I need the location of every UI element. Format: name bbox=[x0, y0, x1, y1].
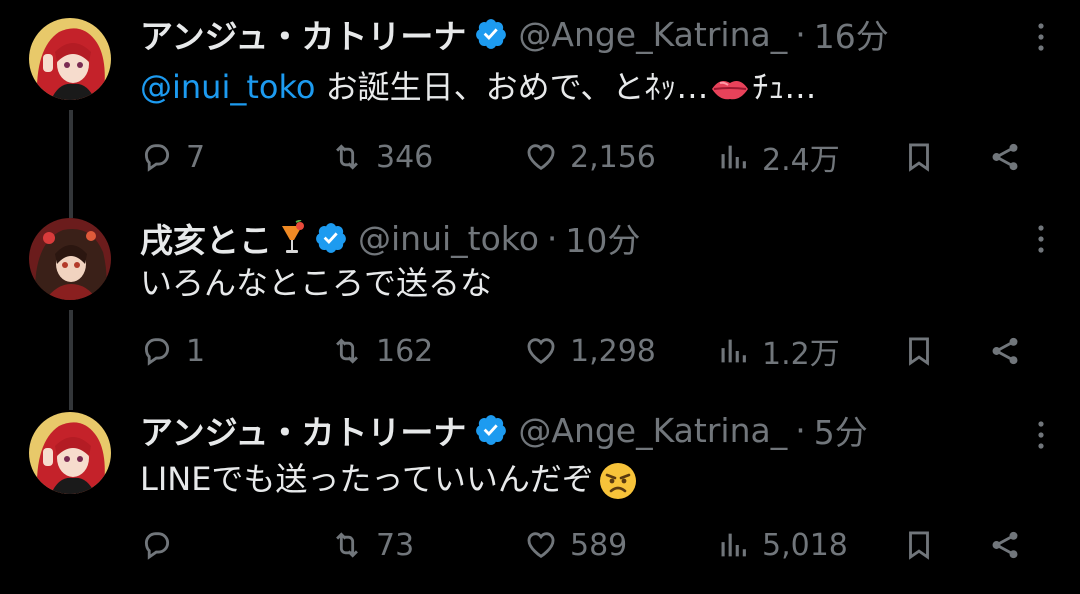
action-bar: 73 589 5,018 bbox=[140, 520, 1040, 570]
reply-icon bbox=[144, 532, 170, 560]
timestamp[interactable]: 16分 bbox=[814, 10, 889, 58]
bookmark-icon bbox=[909, 531, 929, 560]
timestamp[interactable]: 5分 bbox=[814, 406, 868, 454]
views-count: 2.4万 bbox=[762, 143, 840, 178]
tweet[interactable]: アンジュ・カトリーナ @Ange_Katrina_ · 16分 @inui_to… bbox=[0, 0, 1080, 195]
handle[interactable]: @inui_toko bbox=[358, 219, 539, 258]
action-bar: 1 162 1,298 1.2万 bbox=[140, 326, 1040, 376]
like-count: 589 bbox=[570, 527, 628, 563]
tweet-text: いろんなところで送るな bbox=[140, 260, 492, 306]
like-icon bbox=[527, 532, 555, 559]
verified-badge-icon bbox=[476, 415, 507, 445]
share-button[interactable] bbox=[988, 326, 1034, 376]
reply-icon bbox=[144, 338, 170, 366]
retweet-icon bbox=[336, 144, 358, 170]
reply-count: 7 bbox=[186, 139, 206, 175]
bookmark-button[interactable] bbox=[902, 132, 948, 182]
display-name[interactable]: 戌亥とこ bbox=[140, 214, 272, 262]
tropical-drink-emoji-icon bbox=[282, 220, 304, 253]
views-count: 5,018 bbox=[762, 527, 848, 563]
views-button[interactable]: 5,018 bbox=[716, 520, 848, 570]
more-icon[interactable] bbox=[1036, 420, 1046, 450]
like-button[interactable]: 589 bbox=[524, 520, 627, 570]
like-count: 2,156 bbox=[570, 139, 656, 175]
retweet-icon bbox=[336, 532, 358, 558]
like-icon bbox=[527, 338, 555, 365]
views-count: 1.2万 bbox=[762, 337, 840, 372]
verified-badge-icon bbox=[316, 223, 346, 253]
mention-link[interactable]: @inui_toko bbox=[140, 68, 315, 106]
share-button[interactable] bbox=[988, 132, 1034, 182]
handle[interactable]: @Ange_Katrina_ bbox=[518, 15, 787, 54]
share-icon bbox=[992, 531, 1018, 559]
timestamp[interactable]: 10分 bbox=[565, 214, 640, 262]
views-button[interactable]: 1.2万 bbox=[716, 326, 840, 376]
tweet-header: アンジュ・カトリーナ @Ange_Katrina_ · 16分 bbox=[140, 10, 889, 58]
views-icon bbox=[721, 533, 746, 557]
share-button[interactable] bbox=[988, 520, 1034, 570]
retweet-count: 73 bbox=[376, 527, 415, 563]
tweet-header: アンジュ・カトリーナ @Ange_Katrina_ · 5分 bbox=[140, 406, 868, 454]
tweet[interactable]: 戌亥とこ @inui_toko · 10分 いろんなところで送るな 1 162 … bbox=[0, 198, 1080, 393]
retweet-count: 346 bbox=[376, 139, 434, 175]
avatar[interactable] bbox=[29, 18, 111, 100]
views-icon bbox=[721, 339, 746, 363]
reply-button[interactable]: 1 bbox=[140, 326, 205, 376]
display-name[interactable]: アンジュ・カトリーナ bbox=[140, 10, 466, 58]
bookmark-icon bbox=[909, 143, 929, 172]
tweet-header: 戌亥とこ @inui_toko · 10分 bbox=[140, 214, 640, 262]
share-icon bbox=[992, 337, 1018, 365]
like-button[interactable]: 2,156 bbox=[524, 132, 656, 182]
retweet-button[interactable]: 346 bbox=[330, 132, 433, 182]
tweet-text-tail: ﾁｭ… bbox=[752, 68, 817, 106]
avatar[interactable] bbox=[29, 412, 111, 494]
tweet-text-content: お誕生日、おめで、とﾈｯ… bbox=[315, 68, 709, 106]
tweet-text: @inui_toko お誕生日、おめで、とﾈｯ… ﾁｭ… bbox=[140, 64, 816, 110]
retweet-icon bbox=[336, 338, 358, 364]
bookmark-icon bbox=[909, 337, 929, 366]
tweet-text-content: いろんなところで送るな bbox=[140, 264, 493, 302]
separator: · bbox=[546, 218, 558, 258]
tweet-text-content: LINEでも送ったっていいんだぞ bbox=[140, 460, 594, 498]
separator: · bbox=[795, 14, 806, 54]
tweet[interactable]: アンジュ・カトリーナ @Ange_Katrina_ · 5分 LINEでも送った… bbox=[0, 398, 1080, 593]
retweet-button[interactable]: 73 bbox=[330, 520, 414, 570]
share-icon bbox=[992, 143, 1018, 171]
like-count: 1,298 bbox=[570, 333, 656, 369]
more-icon[interactable] bbox=[1036, 22, 1046, 52]
retweet-button[interactable]: 162 bbox=[330, 326, 433, 376]
like-icon bbox=[527, 144, 555, 171]
action-bar: 7 346 2,156 2.4万 bbox=[140, 132, 1040, 182]
reply-icon bbox=[144, 144, 170, 172]
reply-button[interactable]: 7 bbox=[140, 132, 205, 182]
verified-badge-icon bbox=[476, 19, 507, 49]
retweet-count: 162 bbox=[376, 333, 434, 369]
views-icon bbox=[721, 145, 746, 169]
bookmark-button[interactable] bbox=[902, 326, 948, 376]
avatar[interactable] bbox=[29, 218, 111, 300]
angry-face-emoji-icon bbox=[599, 463, 636, 499]
reply-count: 1 bbox=[186, 333, 206, 369]
separator: · bbox=[795, 410, 806, 450]
reply-button[interactable] bbox=[140, 520, 186, 570]
like-button[interactable]: 1,298 bbox=[524, 326, 656, 376]
handle[interactable]: @Ange_Katrina_ bbox=[518, 411, 787, 450]
display-name[interactable]: アンジュ・カトリーナ bbox=[140, 406, 466, 454]
lips-emoji-icon bbox=[712, 81, 749, 100]
bookmark-button[interactable] bbox=[902, 520, 948, 570]
views-button[interactable]: 2.4万 bbox=[716, 132, 840, 182]
tweet-text: LINEでも送ったっていいんだぞ bbox=[140, 456, 638, 502]
more-icon[interactable] bbox=[1036, 224, 1046, 254]
